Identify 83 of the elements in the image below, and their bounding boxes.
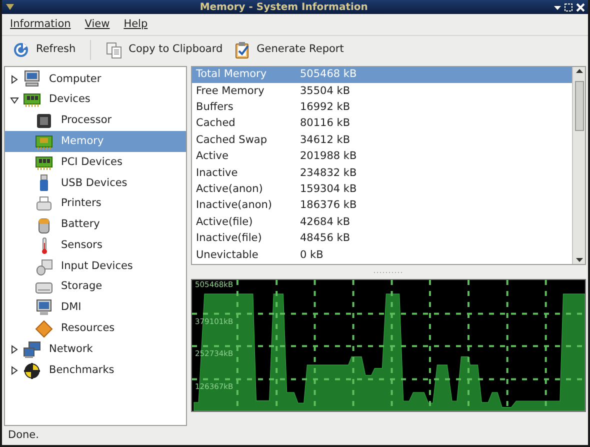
tree-item[interactable]: Input Devices	[5, 256, 186, 277]
table-row[interactable]: Inactive(file) 48456 kB	[192, 230, 572, 248]
tree-item[interactable]: Computer	[5, 69, 186, 90]
table-row[interactable]: Unevictable 0 kB	[192, 247, 572, 264]
menu-item[interactable]: View	[84, 16, 110, 32]
table-cell-text: Inactive(file)	[195, 231, 263, 246]
table-cell-text: 16992 kB	[300, 100, 350, 116]
tree-item[interactable]: Sensors	[5, 235, 186, 256]
table-cell-text: 48456 kB	[300, 231, 350, 246]
scrollbar-thumb[interactable]	[574, 80, 584, 130]
table-cell-text: 42684 kB	[300, 214, 350, 230]
table-row[interactable]: Inactive 234832 kB	[192, 165, 572, 182]
table-cell-text: 34612 kB	[300, 132, 350, 148]
table-cell-text: Unevictable	[195, 248, 260, 263]
thermometer-icon	[40, 236, 48, 255]
table-cell-text: Active(anon)	[195, 182, 264, 198]
circuit-board-icon	[35, 154, 53, 172]
tree-item[interactable]: Battery	[5, 214, 186, 236]
scroll-up-icon[interactable]	[574, 67, 584, 75]
table-cell-text: 35504 kB	[300, 84, 350, 99]
tree-item[interactable]: Resources	[5, 318, 186, 340]
table-cell-text: Active	[195, 149, 230, 164]
table-cell-text: 234832 kB	[300, 166, 357, 181]
table-cell-text: 80116 kB	[300, 116, 350, 132]
tree-item[interactable]: DMI	[5, 298, 186, 319]
table-cell-text: 159304 kB	[300, 182, 357, 198]
network-computers-icon	[23, 340, 41, 359]
monitor-icon	[35, 299, 53, 318]
table-cell-text: Buffers	[195, 100, 234, 116]
tree-item[interactable]: Network	[5, 339, 186, 360]
splitter-handle[interactable]	[374, 270, 404, 274]
maximize-icon[interactable]	[564, 2, 574, 12]
table-cell-text: 186376 kB	[300, 198, 357, 214]
copy-icon	[104, 41, 123, 59]
table-row[interactable]: Cached Swap 34612 kB	[192, 132, 572, 149]
refresh-button[interactable]: Refresh	[10, 39, 78, 61]
tree-item[interactable]: Printers	[5, 194, 186, 215]
tree-item[interactable]: Storage	[5, 276, 186, 298]
printer-icon	[35, 195, 53, 214]
clipboard-check-icon	[232, 41, 251, 59]
refresh-icon	[12, 41, 30, 59]
table-cell-text: 201988 kB	[300, 149, 357, 164]
expander-icon[interactable]	[10, 96, 18, 105]
close-icon[interactable]	[576, 2, 585, 12]
table-row[interactable]: Inactive(anon) 186376 kB	[192, 198, 572, 215]
table-cell-text: 0 kB	[300, 248, 324, 263]
table-cell-text: Active(file)	[195, 214, 254, 230]
chip-icon	[35, 112, 53, 130]
table-row[interactable]: Buffers 16992 kB	[192, 100, 572, 116]
scroll-down-icon[interactable]	[574, 256, 584, 264]
table-cell-text: Total Memory	[195, 67, 268, 82]
table-cell-text: Inactive(anon)	[195, 198, 274, 214]
table-row[interactable]: Active 201988 kB	[192, 148, 572, 166]
table-row[interactable]: Cached 80116 kB	[192, 116, 572, 133]
crosshair-icon	[23, 362, 41, 380]
table-cell-text: 505468 kB	[300, 67, 357, 82]
tree-item[interactable]: PCI Devices	[5, 152, 186, 173]
table-cell-text: Inactive	[195, 166, 239, 181]
table-row[interactable]: Active(anon) 159304 kB	[192, 182, 572, 198]
menu-item[interactable]: Information	[10, 16, 71, 32]
tree-item[interactable]: USB Devices	[5, 172, 186, 194]
window-title: Memory - System Information	[200, 0, 368, 14]
status-text: Done.	[8, 428, 39, 443]
table-row[interactable]: Free Memory 35504 kB	[192, 83, 572, 100]
expander-icon[interactable]	[10, 74, 18, 84]
tree-item[interactable]: Processor	[5, 110, 186, 132]
diamond-icon	[35, 320, 53, 338]
computer-icon	[23, 70, 41, 88]
expander-icon[interactable]	[10, 366, 18, 376]
table-row[interactable]: Active(file) 42684 kB	[192, 214, 572, 231]
expander-icon[interactable]	[10, 345, 18, 354]
tree-item[interactable]: Devices	[5, 90, 186, 111]
table-cell-text: Free Memory	[195, 84, 266, 99]
circuit-board-icon	[23, 91, 41, 110]
tree-item[interactable]: Benchmarks	[5, 360, 186, 381]
memory-module-icon	[35, 132, 53, 151]
copy-button[interactable]: Copy to Clipboard	[102, 39, 225, 61]
window-menu-icon[interactable]	[5, 3, 15, 11]
table-cell-text: Cached	[195, 116, 236, 132]
table-cell-text: Cached Swap	[195, 132, 268, 148]
scrollbar-track[interactable]	[572, 67, 585, 264]
report-button[interactable]: Generate Report	[230, 39, 346, 61]
menu-item[interactable]: Help	[124, 16, 148, 32]
